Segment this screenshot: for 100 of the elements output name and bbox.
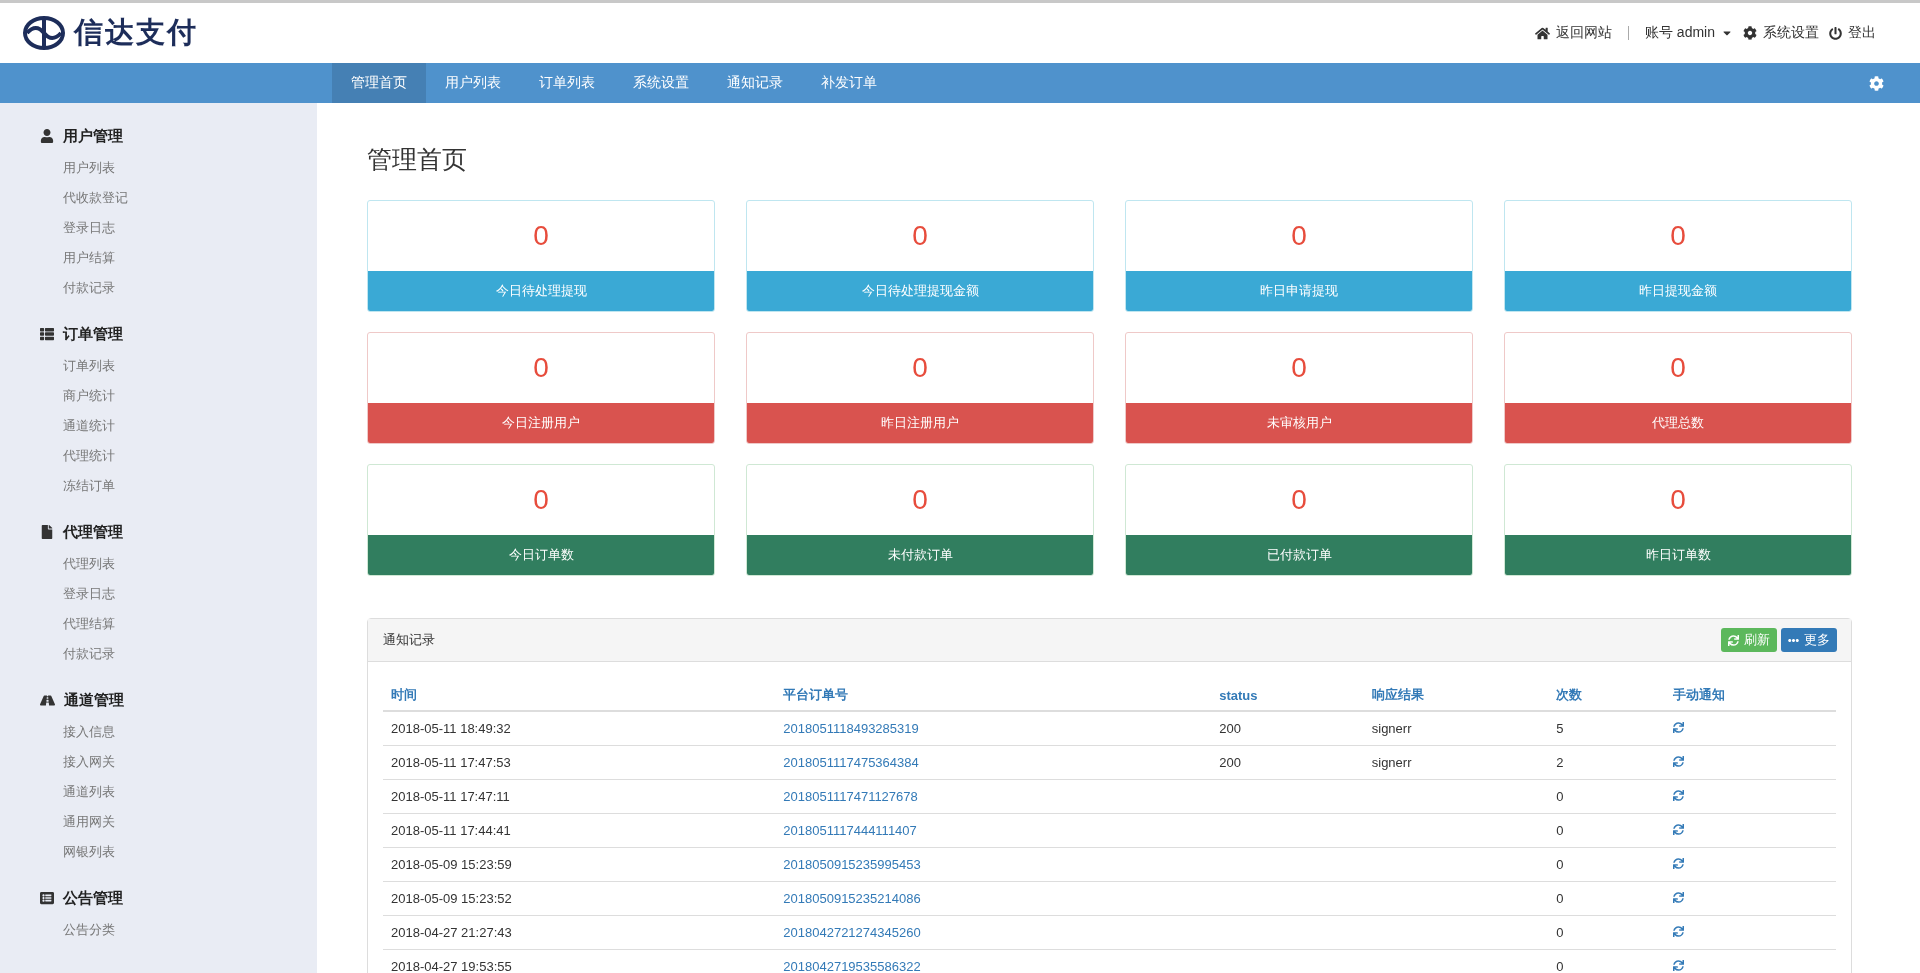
refresh-icon[interactable] (1672, 892, 1684, 903)
sidebar-item[interactable]: 冻结订单 (40, 471, 317, 501)
sidebar-heading: 通道管理 (64, 690, 124, 710)
stat-label: 今日注册用户 (368, 403, 714, 443)
sidebar-item[interactable]: 网银列表 (40, 837, 317, 867)
more-button[interactable]: 更多 (1781, 628, 1837, 652)
table-cell: 2018-05-11 17:47:11 (383, 779, 776, 814)
table-cell: 0 (1548, 779, 1665, 814)
nav-tab[interactable]: 系统设置 (614, 63, 708, 103)
file-icon (40, 525, 54, 539)
order-link[interactable]: 2018051117471127678 (783, 789, 918, 804)
table-cell: 2018-04-27 19:53:55 (383, 949, 776, 973)
stat-value: 0 (1669, 351, 1687, 385)
stat-label: 昨日提现金额 (1505, 271, 1851, 311)
table-cell: 2018-05-09 15:23:52 (383, 881, 776, 916)
sidebar-item[interactable]: 登录日志 (40, 579, 317, 609)
header-link[interactable]: 登出 (1829, 24, 1876, 42)
stat-label: 代理总数 (1505, 403, 1851, 443)
table-cell: 0 (1548, 847, 1665, 882)
table-cell: 0 (1548, 881, 1665, 916)
table-cell: 2018-05-11 17:44:41 (383, 813, 776, 848)
column-header: status (1211, 676, 1364, 711)
order-link[interactable]: 2018042719535586322 (783, 959, 921, 973)
sidebar-heading: 订单管理 (63, 324, 123, 344)
stat-value: 0 (1290, 351, 1308, 385)
stat-label: 未付款订单 (747, 535, 1093, 575)
order-link[interactable]: 2018051117444111407 (783, 823, 917, 838)
refresh-icon[interactable] (1672, 858, 1684, 869)
stat-value: 0 (532, 483, 550, 517)
sidebar-item[interactable]: 代收款登记 (40, 183, 317, 213)
nav-tab[interactable]: 管理首页 (332, 63, 426, 103)
stat-value: 0 (1669, 483, 1687, 517)
sidebar-item[interactable]: 接入网关 (40, 747, 317, 777)
order-link[interactable]: 2018042721274345260 (783, 925, 921, 940)
column-header: 时间 (383, 676, 776, 711)
list-icon (40, 327, 54, 341)
sidebar-item[interactable]: 登录日志 (40, 213, 317, 243)
table-cell: signerr (1363, 745, 1549, 780)
refresh-icon[interactable] (1672, 960, 1684, 971)
nav-tab[interactable]: 补发订单 (802, 63, 896, 103)
sidebar-item[interactable]: 订单列表 (40, 351, 317, 381)
column-header: 平台订单号 (775, 676, 1212, 711)
refresh-icon[interactable] (1672, 926, 1684, 937)
stat-value: 0 (1290, 483, 1308, 517)
settings-icon (1743, 26, 1757, 40)
table-cell: 2 (1548, 745, 1665, 780)
stat-label: 未审核用户 (1126, 403, 1472, 443)
table-cell: 2018-04-27 21:27:43 (383, 915, 776, 950)
sidebar-heading: 代理管理 (63, 522, 123, 542)
stat-label: 今日订单数 (368, 535, 714, 575)
refresh-icon[interactable] (1672, 756, 1684, 767)
column-header: 次数 (1548, 676, 1665, 711)
order-link[interactable]: 2018051118493285319 (783, 721, 919, 736)
column-header: 手动通知 (1664, 676, 1836, 711)
sidebar-item[interactable]: 通道统计 (40, 411, 317, 441)
order-link[interactable]: 2018051117475364384 (783, 755, 919, 770)
home-icon (1534, 25, 1550, 41)
stat-value: 0 (911, 351, 929, 385)
table-cell: 2018-05-09 15:23:59 (383, 847, 776, 882)
sidebar-item[interactable]: 商户统计 (40, 381, 317, 411)
sidebar-item[interactable]: 付款记录 (40, 639, 317, 669)
nav-tab[interactable]: 用户列表 (426, 63, 520, 103)
stat-value: 0 (1290, 219, 1308, 253)
refresh-icon[interactable] (1672, 790, 1684, 801)
refresh-button[interactable]: 刷新 (1721, 628, 1777, 652)
sidebar-item[interactable]: 付款记录 (40, 273, 317, 303)
stat-value: 0 (911, 219, 929, 253)
stat-label: 已付款订单 (1126, 535, 1472, 575)
table-cell: 2018-05-11 17:47:53 (383, 745, 776, 780)
sidebar-item[interactable]: 接入信息 (40, 717, 317, 747)
table-cell: 2018-05-11 18:49:32 (383, 711, 776, 746)
page-title: 管理首页 (367, 144, 468, 175)
nav-tab[interactable]: 通知记录 (708, 63, 802, 103)
stat-label: 昨日注册用户 (747, 403, 1093, 443)
sidebar-item[interactable]: 公告分类 (40, 915, 317, 945)
stat-value: 0 (532, 219, 550, 253)
sidebar-item[interactable]: 用户列表 (40, 153, 317, 183)
nav-tab[interactable]: 订单列表 (520, 63, 614, 103)
sidebar-item[interactable]: 代理结算 (40, 609, 317, 639)
sidebar-item[interactable]: 代理列表 (40, 549, 317, 579)
sidebar-heading: 公告管理 (63, 888, 123, 908)
refresh-icon[interactable] (1672, 722, 1684, 733)
sidebar-item[interactable]: 用户结算 (40, 243, 317, 273)
sidebar-item[interactable]: 通用网关 (40, 807, 317, 837)
refresh-icon[interactable] (1672, 824, 1684, 835)
account-menu[interactable]: 账号 admin (1644, 24, 1733, 42)
refresh-icon (1728, 634, 1739, 646)
column-header: 响应结果 (1363, 676, 1549, 711)
settings-icon[interactable] (1869, 75, 1884, 91)
header-link[interactable]: 返回网站 (1534, 24, 1612, 42)
sidebar-heading: 用户管理 (63, 126, 123, 146)
stat-label: 今日待处理提现 (368, 271, 714, 311)
sidebar-item[interactable]: 通道列表 (40, 777, 317, 807)
stat-label: 昨日申请提现 (1126, 271, 1472, 311)
order-link[interactable]: 2018050915235214086 (783, 891, 921, 906)
header-link[interactable]: 系统设置 (1743, 24, 1819, 42)
order-link[interactable]: 2018050915235995453 (783, 857, 921, 872)
table-cell: 200 (1211, 745, 1364, 780)
sidebar-item[interactable]: 代理统计 (40, 441, 317, 471)
brand-name: 信达支付 (74, 14, 198, 51)
